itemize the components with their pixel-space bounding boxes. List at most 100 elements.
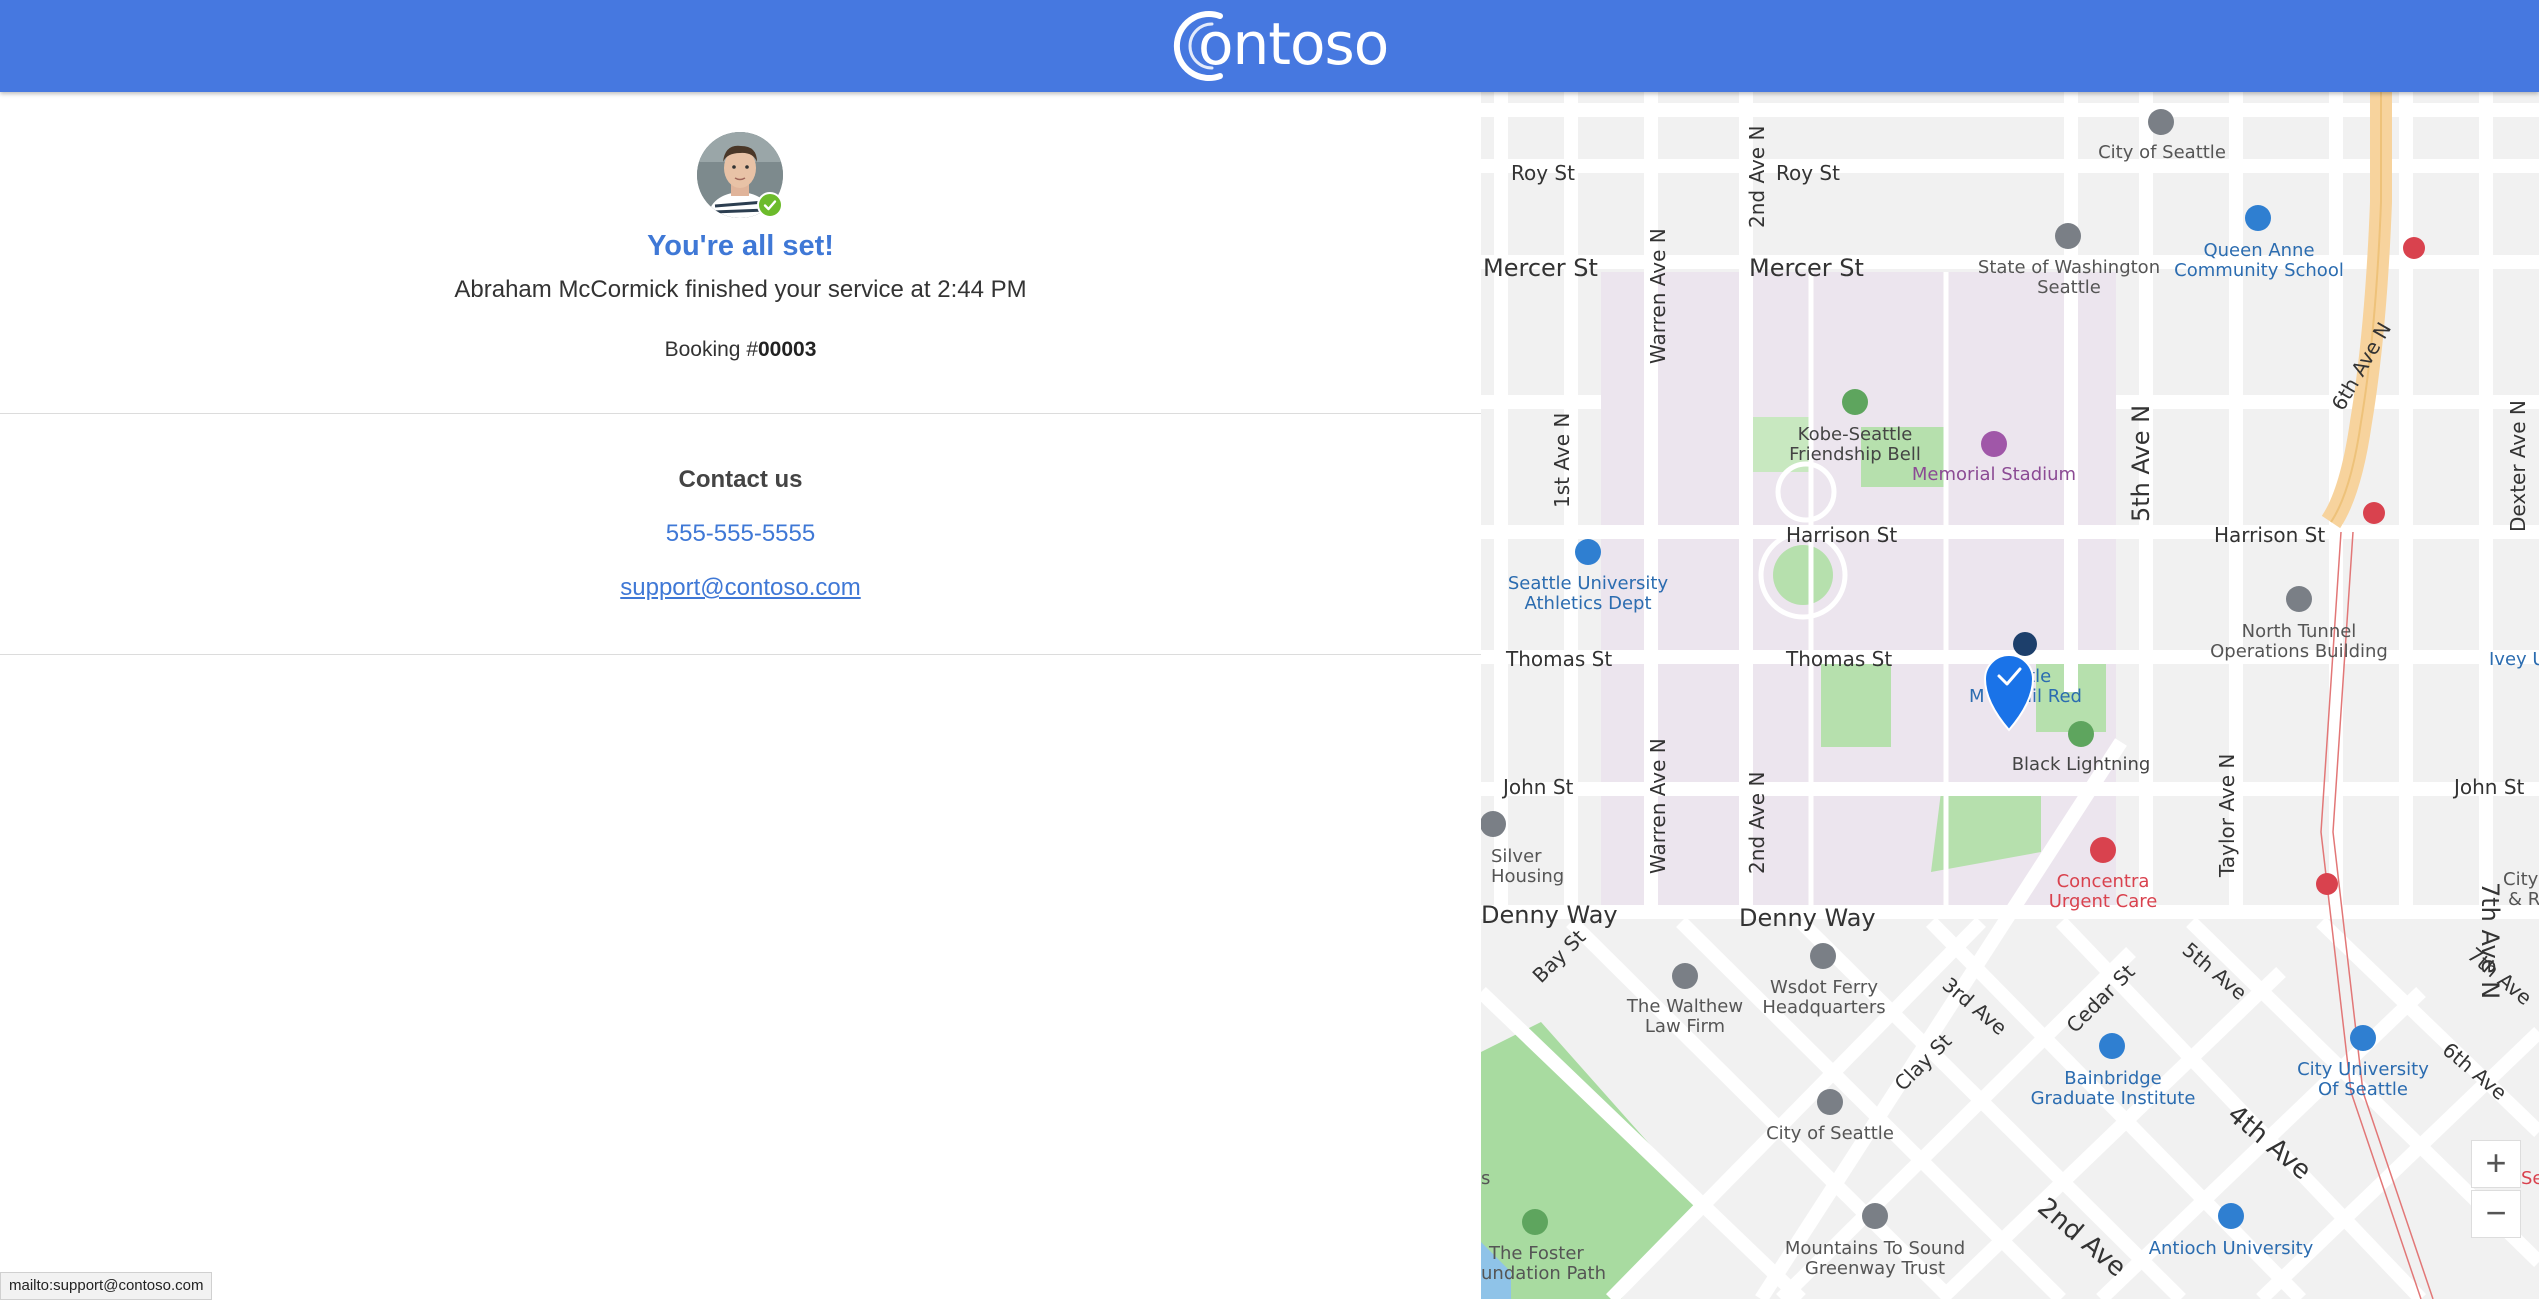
poi-label: undation Path <box>1481 1263 1606 1284</box>
poi-label: Wsdot Ferry <box>1770 977 1878 998</box>
monorail-icon[interactable] <box>2013 632 2037 656</box>
poi-label: The Foster <box>1488 1243 1584 1264</box>
street-label: Mercer St <box>1749 254 1864 282</box>
poi-label: Operations Building <box>2210 641 2388 662</box>
service-finished-message: Abraham McCormick finished your service … <box>454 276 1027 303</box>
school-icon[interactable] <box>2245 205 2271 231</box>
landmark-icon[interactable] <box>1481 811 1506 837</box>
photo-icon[interactable] <box>2403 237 2425 259</box>
poi-label: Silver <box>1491 846 1542 867</box>
poi-label: Friendship Bell <box>1789 444 1921 465</box>
poi-label: Seattle University <box>1508 573 1669 594</box>
landmark-icon[interactable] <box>1862 1203 1888 1229</box>
poi-label: Memorial Stadium <box>1912 464 2076 485</box>
school-icon[interactable] <box>2350 1025 2376 1051</box>
confirmation-panel: You're all set! Abraham McCormick finish… <box>0 92 1481 1299</box>
landmark-icon[interactable] <box>1672 963 1698 989</box>
poi-label: Black Lightning <box>2012 754 2151 775</box>
poi-label: Community School <box>2174 260 2344 281</box>
booking-id: 00003 <box>758 338 817 361</box>
zoom-out-button[interactable]: − <box>2471 1190 2521 1238</box>
poi-label: State of Washington <box>1978 257 2160 278</box>
poi-label: City Of S <box>2503 869 2539 890</box>
booking-number: Booking #00003 <box>0 338 1481 362</box>
poi-label: Kobe-Seattle <box>1798 424 1913 445</box>
poi-label: Seattle <box>2037 277 2101 298</box>
poi-label: s <box>1481 1168 1490 1189</box>
poi-label: Bainbridge <box>2064 1068 2162 1089</box>
street-label: Denny Way <box>1481 901 1618 929</box>
school-icon[interactable] <box>2099 1033 2125 1059</box>
email-container: support@contoso.com <box>0 574 1481 602</box>
poi-label: Mountains To Sound <box>1785 1238 1965 1259</box>
poi-label: City University <box>2297 1059 2429 1080</box>
street-label: 1st Ave N <box>1550 413 1574 508</box>
poi-label: City of Seattle <box>1766 1123 1894 1144</box>
poi-label: Urgent Care <box>2049 891 2158 912</box>
street-label: Roy St <box>1511 161 1575 185</box>
photo-icon[interactable] <box>2363 502 2385 524</box>
landmark-icon[interactable] <box>1810 943 1836 969</box>
park-icon[interactable] <box>1522 1209 1548 1235</box>
map-view[interactable]: Roy St Roy St Mercer St Mercer St Harris… <box>1481 92 2539 1299</box>
street-label: Roy St <box>1776 161 1840 185</box>
logo-text: ontoso <box>1198 10 1389 78</box>
contact-title: Contact us <box>678 466 803 493</box>
school-icon[interactable] <box>2218 1203 2244 1229</box>
photo-icon[interactable] <box>2316 873 2338 895</box>
park-icon[interactable] <box>2068 721 2094 747</box>
hospital-icon[interactable] <box>2090 837 2116 863</box>
checkmark-icon <box>763 200 777 211</box>
park-area <box>1773 545 1833 605</box>
poi-label: City of Seattle <box>2098 142 2226 163</box>
street-label: Taylor Ave N <box>2215 754 2239 878</box>
poi-label: M <box>1969 686 1985 707</box>
street-label: 2nd Ave N <box>1745 126 1769 228</box>
browser-status-bar: mailto:support@contoso.com <box>0 1272 213 1300</box>
park-icon[interactable] <box>1842 389 1868 415</box>
poi-label: North Tunnel <box>2242 621 2357 642</box>
email-link[interactable]: support@contoso.com <box>620 574 860 601</box>
street-label: Mercer St <box>1483 254 1598 282</box>
street-label: Dexter Ave N <box>2506 400 2530 532</box>
street-label: Warren Ave N <box>1646 228 1670 364</box>
poi-label: Queen Anne <box>2203 240 2314 261</box>
poi-label: Headquarters <box>1762 997 1885 1018</box>
poi-label: & Re <box>2508 889 2539 910</box>
park-area <box>1821 662 1891 747</box>
street-label: Thomas St <box>1505 647 1612 671</box>
landmark-icon[interactable] <box>2148 109 2174 135</box>
street-label: Harrison St <box>2214 523 2325 547</box>
verified-badge <box>757 192 783 218</box>
poi-label: Of Seattle <box>2318 1079 2408 1100</box>
map-canvas[interactable]: Roy St Roy St Mercer St Mercer St Harris… <box>1481 92 2539 1299</box>
school-icon[interactable] <box>1575 539 1601 565</box>
section-divider <box>0 413 1481 414</box>
zoom-in-button[interactable]: + <box>2471 1140 2521 1188</box>
poi-label: Greenway Trust <box>1805 1258 1945 1279</box>
street-label: Thomas St <box>1785 647 1892 671</box>
landmark-icon[interactable] <box>2055 223 2081 249</box>
street-label: Warren Ave N <box>1646 738 1670 874</box>
street-label: John St <box>1501 775 1574 799</box>
phone-link[interactable]: 555-555-5555 <box>0 520 1481 548</box>
landmark-icon[interactable] <box>2286 586 2312 612</box>
street-label: 5th Ave N <box>2127 405 2155 522</box>
poi-label: Se <box>2521 1168 2539 1189</box>
landmark-icon[interactable] <box>1817 1089 1843 1115</box>
street-label: John St <box>2452 775 2525 799</box>
poi-label: Housing <box>1491 866 1564 887</box>
street-label: Harrison St <box>1786 523 1897 547</box>
poi-label: Antioch University <box>2149 1238 2314 1259</box>
poi-label: Ivey U <box>2489 649 2539 670</box>
poi-label: Graduate Institute <box>2031 1088 2196 1109</box>
poi-label: Concentra <box>2057 871 2150 892</box>
stadium-icon[interactable] <box>1981 431 2007 457</box>
app-header: ontoso <box>0 0 2539 92</box>
poi-label: Athletics Dept <box>1524 593 1651 614</box>
booking-prefix: Booking # <box>664 338 758 361</box>
section-divider <box>0 654 1481 655</box>
confirmation-title: You're all set! <box>647 230 834 262</box>
poi-label: The Walthew <box>1626 996 1743 1017</box>
street-label: 2nd Ave N <box>1745 772 1769 874</box>
